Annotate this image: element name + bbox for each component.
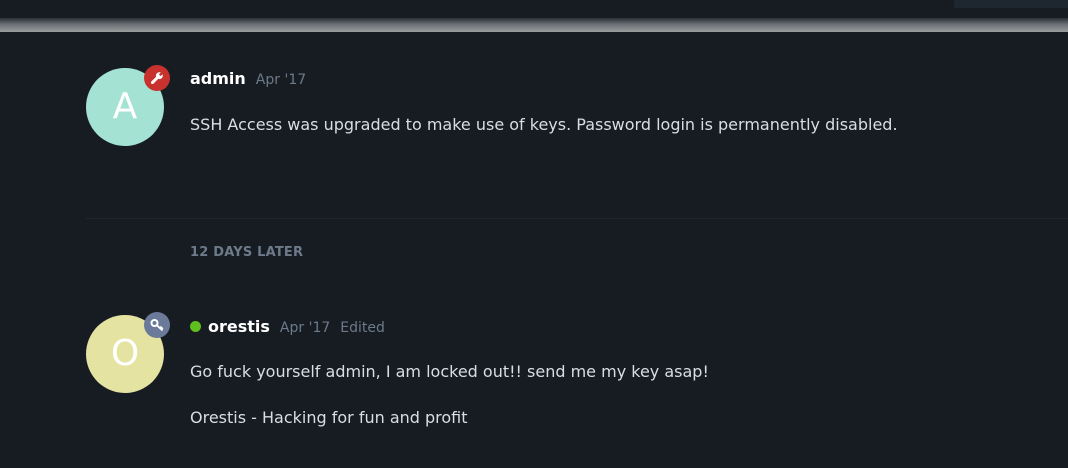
online-status-icon (190, 321, 201, 332)
wrench-icon (150, 72, 163, 85)
username[interactable]: admin (190, 69, 246, 88)
user-group-badge (144, 312, 170, 338)
post-date[interactable]: Apr '17 (256, 72, 306, 88)
post-orestis: O orestis Apr '17 Edited Go fuck yourself … (86, 312, 1068, 455)
username[interactable]: orestis (208, 317, 270, 336)
header-shadow (0, 18, 1068, 32)
post-date[interactable]: Apr '17 (280, 320, 330, 336)
time-gap-label: 12 DAYS LATER (190, 245, 304, 260)
post-admin: A admin Apr '17 SSH Access was upgraded t… (86, 65, 1068, 188)
post-body-line: SSH Access was upgraded to make use of k… (190, 115, 898, 134)
admin-badge (144, 65, 170, 91)
post-divider (86, 218, 1068, 219)
post-meta: admin Apr '17 (190, 68, 306, 90)
post-signature: Orestis - Hacking for fun and profit (190, 408, 468, 427)
header-tab (954, 0, 1068, 8)
edited-indicator[interactable]: Edited (340, 320, 385, 336)
key-icon (150, 319, 164, 332)
post-body-line: Go fuck yourself admin, I am locked out!… (190, 362, 709, 381)
top-header-bar (0, 0, 1068, 20)
post-meta: orestis Apr '17 Edited (190, 316, 385, 338)
